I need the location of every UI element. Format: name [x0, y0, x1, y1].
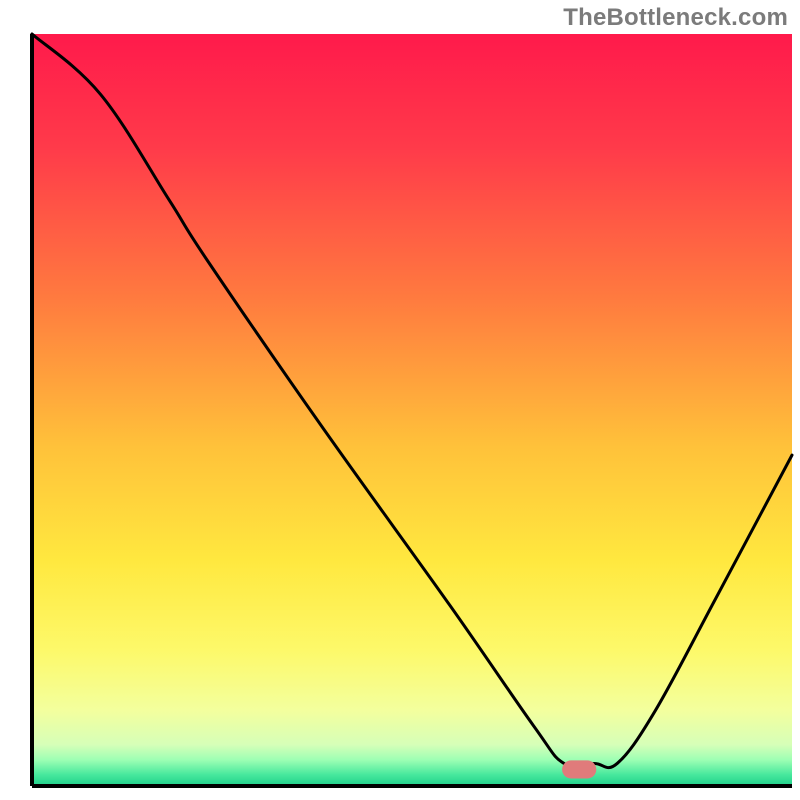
gradient-background	[32, 34, 792, 786]
chart-stage: TheBottleneck.com	[0, 0, 800, 800]
bottleneck-chart	[0, 0, 800, 800]
marker-optimal-point	[562, 760, 596, 778]
